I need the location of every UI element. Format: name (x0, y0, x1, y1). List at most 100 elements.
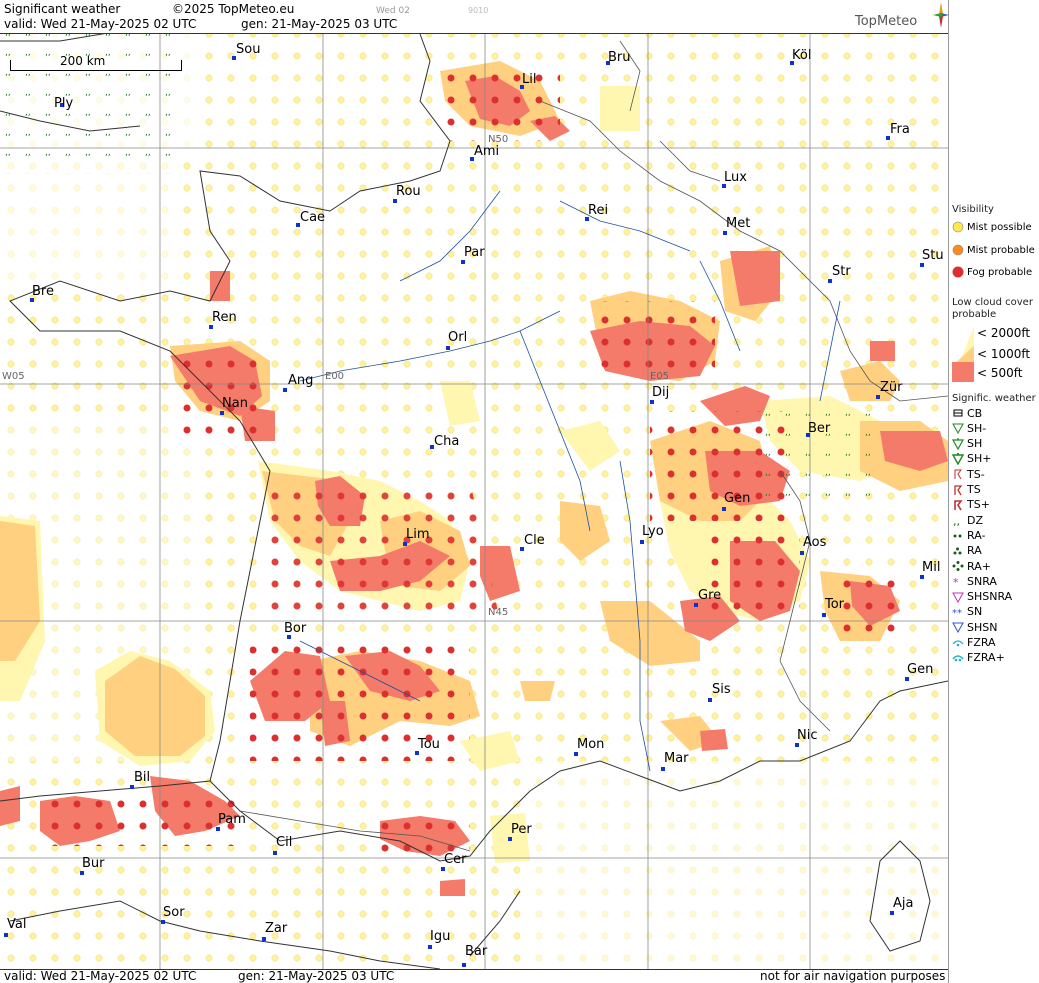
city-label: Zür (880, 380, 903, 395)
city-label: Sou (236, 42, 261, 57)
city-marker (428, 945, 432, 949)
city-label: Cle (524, 533, 545, 548)
legend-low-cloud-title: Low cloud cover probable (952, 297, 1033, 320)
city-label: Lim (406, 527, 430, 542)
legend-row-label: FZRA+ (967, 651, 1005, 665)
city-marker (446, 346, 450, 350)
city-label: Tou (418, 737, 440, 752)
city-label: Lux (724, 170, 747, 185)
city-label: Fra (890, 122, 910, 137)
city-marker (80, 871, 84, 875)
legend-row-label: SH (967, 437, 983, 451)
freezing-rain-icon (952, 639, 964, 646)
legend-row-ra: RA (952, 544, 982, 558)
drizzle-icon: ,, (953, 515, 960, 526)
thunderstorm-light-icon (954, 469, 962, 480)
city-label: Met (726, 216, 751, 231)
city-marker (161, 920, 165, 924)
legend-row-label: TS- (967, 467, 985, 481)
chart-footer: valid: Wed 21-May-2025 02 UTC gen: 21-Ma… (0, 969, 948, 983)
city-marker (262, 937, 266, 941)
city-marker (822, 613, 826, 617)
city-label: Bil (134, 770, 151, 785)
city-label: Cha (434, 434, 460, 449)
city-label: Bar (465, 944, 488, 959)
map-canvas: ,, (0, 34, 948, 969)
legend-row-label: RA (967, 544, 982, 558)
city-marker (441, 867, 445, 871)
legend-row-fzra-plus: FZRA+ (952, 651, 1005, 665)
city-marker (920, 575, 924, 579)
city-label: Sor (163, 905, 185, 920)
city-marker (508, 837, 512, 841)
city-marker (694, 603, 698, 607)
rain-icon (953, 547, 962, 555)
chart-header: Significant weather ©2025 TopMeteo.eu va… (0, 0, 948, 33)
footer-valid: valid: Wed 21-May-2025 02 UTC (4, 969, 197, 983)
city-label: Igu (430, 929, 451, 944)
legend-lc-500: < 500ft (977, 366, 1023, 380)
city-marker (220, 411, 224, 415)
legend-row-sh-plus: SH+ (952, 452, 991, 466)
city-marker (216, 827, 220, 831)
legend-row-dz: ,, DZ (952, 513, 983, 527)
grid-label-n45: N45 (488, 607, 509, 618)
legend-row-sh: SH (952, 437, 982, 451)
legend-row-snra: * SNRA (952, 574, 997, 588)
city-marker (828, 279, 832, 283)
city-marker (574, 752, 578, 756)
city-label: Bur (82, 856, 105, 871)
city-label: Tor (825, 597, 845, 612)
city-label: Ply (54, 96, 74, 111)
city-label: Lil (522, 72, 537, 87)
city-label: Gre (698, 588, 722, 603)
sleet-shower-icon (952, 592, 964, 603)
city-marker (723, 231, 727, 235)
legend-row-ra-minus: RA- (952, 528, 985, 542)
mediterranean-sea (520, 761, 948, 969)
svg-text:*: * (953, 576, 959, 587)
city-marker (890, 911, 894, 915)
city-marker (393, 199, 397, 203)
legend-row-ra-plus: RA+ (952, 559, 991, 573)
legend-row-label: DZ (967, 513, 984, 527)
city-label: Val (7, 917, 27, 932)
legend-row-label: SH- (967, 421, 987, 435)
legend-fog-probable: Fog probable (952, 265, 1032, 279)
thunderstorm-icon (954, 484, 963, 495)
legend-row-ts-plus: TS+ (952, 498, 990, 512)
city-label: Cer (444, 852, 467, 867)
legend-row-label: RA- (967, 528, 986, 542)
city-marker (905, 677, 909, 681)
snow-shower-icon (952, 622, 964, 634)
city-label: Köl (792, 48, 812, 63)
city-label: Bre (32, 284, 54, 299)
city-label: Str (832, 264, 851, 279)
city-marker (650, 400, 654, 404)
code-tab: 9010 (468, 6, 489, 15)
city-marker (722, 507, 726, 511)
city-marker (876, 395, 880, 399)
legend-row-shsnra: SHSNRA (952, 590, 1012, 604)
city-label: Per (511, 822, 532, 837)
legend-row-label: TS (967, 483, 981, 496)
city-label: Nan (222, 396, 248, 411)
legend-row-label: CB (967, 406, 983, 420)
city-label: Bru (608, 50, 631, 65)
city-label: Ber (808, 421, 831, 436)
svg-text:**: ** (952, 608, 962, 618)
copyright: ©2025 TopMeteo.eu (172, 2, 295, 16)
mist-possible-icon (952, 221, 964, 233)
legend-row-label: SHSN (967, 620, 998, 634)
footer-disclaimer: not for air navigation purposes (760, 969, 946, 983)
cb-icon (953, 409, 963, 417)
city-label: Cae (300, 210, 326, 225)
scale-label: 200 km (60, 54, 106, 68)
city-marker (640, 540, 644, 544)
city-label: Cil (276, 835, 293, 850)
chart-title: Significant weather (4, 2, 121, 16)
city-label: Ami (474, 144, 500, 159)
svg-text:,,: ,, (953, 515, 960, 526)
city-marker (800, 551, 804, 555)
legend-visibility-title: Visibility (952, 204, 994, 215)
